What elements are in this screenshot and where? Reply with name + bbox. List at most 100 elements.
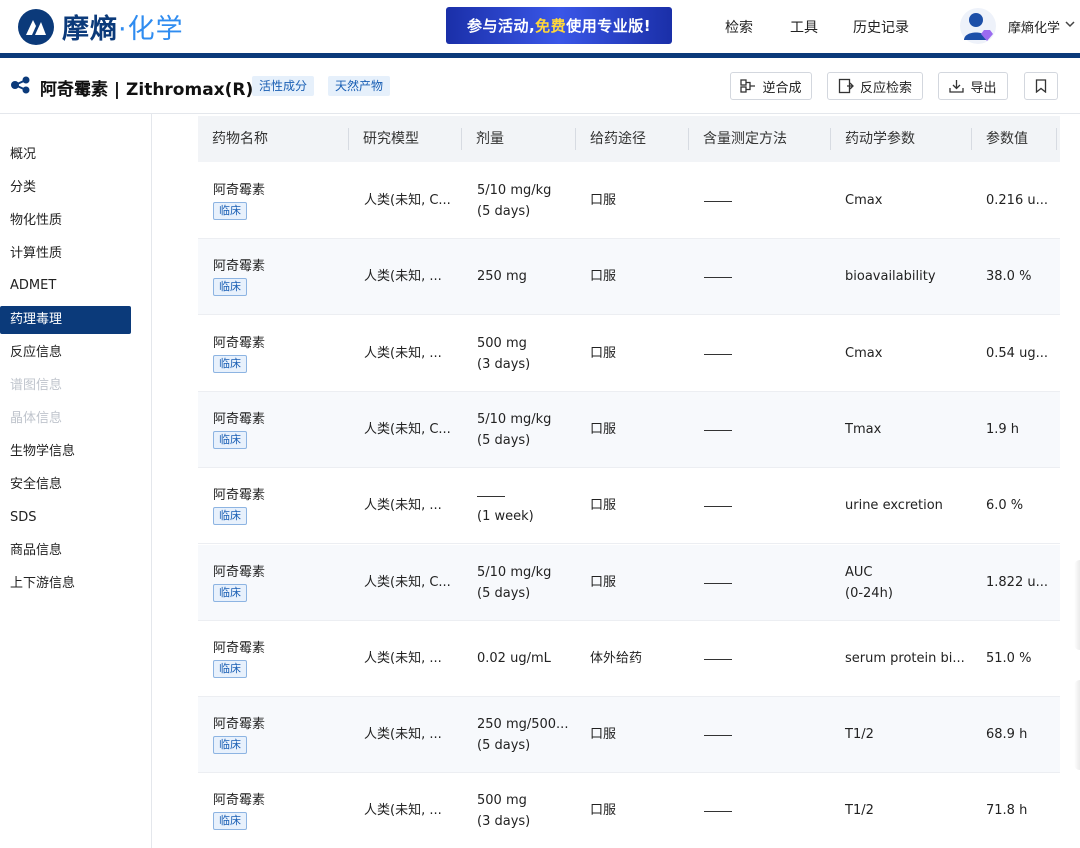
table-row[interactable]: 阿奇霉素 临床 人类(未知, C... 5/10 mg/kg (5 days) 口服 Tma… [198, 391, 1060, 468]
table-row[interactable]: 阿奇霉素 临床 人类(未知, C... 5/10 mg/kg (5 days) 口服 Cma… [198, 163, 1060, 239]
sidebar-item-spectra: 谱图信息 [10, 378, 63, 393]
pk-parameter: Tmax [845, 421, 882, 437]
method-empty [704, 201, 732, 202]
sidebar-item-sds[interactable]: SDS [0, 504, 131, 532]
tag-natural-product[interactable]: 天然产物 [328, 76, 391, 96]
sidebar-item-safety[interactable]: 安全信息 [0, 471, 131, 499]
dose-empty [477, 496, 505, 498]
table-row[interactable]: 阿奇霉素 临床 人类(未知, ... 500 mg (3 days) 口服 T1/2 71.8… [198, 773, 1060, 848]
drug-name[interactable]: 阿奇霉素 [213, 713, 265, 732]
dose-duration: (5 days) [477, 738, 531, 754]
nav-history[interactable]: 历史记录 [853, 17, 909, 37]
reaction-search-button[interactable]: 反应检索 [827, 72, 923, 100]
research-model: 人类(未知, ... [364, 803, 442, 819]
drug-name[interactable]: 阿奇霉素 [213, 408, 265, 427]
brand-name: 摩熵·化学 [62, 7, 184, 46]
parameter-value: 0.216 u... [986, 193, 1048, 208]
sidebar-item-biology[interactable]: 生物学信息 [0, 438, 131, 466]
table-row[interactable]: 阿奇霉素 临床 人类(未知, ... (1 week) 口服 urine excretio… [198, 468, 1060, 545]
administration-route: 口服 [590, 345, 617, 361]
dose: 5/10 mg/kg [477, 183, 552, 198]
sidebar-item-supply-chain[interactable]: 上下游信息 [0, 570, 131, 598]
nav-tools[interactable]: 工具 [790, 17, 818, 37]
research-model: 人类(未知, ... [364, 498, 442, 514]
dose: 0.02 ug/mL [477, 650, 551, 666]
retrosynthesis-icon [740, 79, 756, 93]
method-empty [704, 506, 732, 508]
chevron-down-icon[interactable] [1064, 18, 1076, 30]
bookmark-icon [1035, 79, 1047, 93]
pk-parameter: Cmax [845, 193, 883, 208]
user-avatar[interactable] [960, 8, 996, 44]
parameter-value: 71.8 h [986, 803, 1028, 819]
parameter-value: 68.9 h [986, 727, 1028, 743]
column-header-route: 给药途径 [590, 131, 646, 147]
drug-name[interactable]: 阿奇霉素 [213, 179, 265, 198]
table-row[interactable]: 阿奇霉素 临床 人类(未知, ... 250 mg 口服 bioavailability 3… [198, 239, 1060, 316]
administration-route: 体外给药 [590, 650, 643, 666]
dose: 500 mg [477, 793, 527, 809]
promo-prefix: 参与活动, [466, 17, 536, 35]
sidebar-item-pharmacology[interactable]: 药理毒理 [0, 306, 131, 334]
table-row[interactable]: 阿奇霉素 临床 人类(未知, ... 0.02 ug/mL 体外给药 serum prot… [198, 621, 1060, 697]
drug-name[interactable]: 阿奇霉素 [213, 637, 265, 656]
dose: 5/10 mg/kg [477, 564, 552, 580]
method-empty [704, 277, 732, 279]
brand-logo[interactable]: 摩熵·化学 [18, 7, 184, 46]
table-row[interactable]: 阿奇霉素 临床 人类(未知, C... 5/10 mg/kg (5 days) 口服 AUC… [198, 544, 1060, 621]
column-header-drug: 药物名称 [212, 131, 268, 147]
promo-banner[interactable]: 参与活动, 免费 使用专业版! [446, 7, 672, 44]
table-header: 药物名称 研究模型 剂量 给药途径 含量测定方法 药动学参数 参数值 [198, 116, 1060, 162]
sidebar-item-classification[interactable]: 分类 [0, 174, 131, 202]
sidebar-item-computed[interactable]: 计算性质 [0, 240, 131, 268]
column-header-model: 研究模型 [363, 131, 419, 147]
nav-search[interactable]: 检索 [725, 17, 753, 37]
retrosynthesis-button[interactable]: 逆合成 [730, 72, 812, 100]
pk-parameter: serum protein bi... [845, 650, 965, 666]
bookmark-button[interactable] [1024, 72, 1058, 100]
column-header-pk-param: 药动学参数 [845, 131, 915, 147]
clinical-badge: 临床 [213, 354, 247, 373]
method-empty [704, 429, 732, 431]
promo-highlight: 免费 [535, 17, 567, 35]
sidebar-item-physicochemical[interactable]: 物化性质 [0, 207, 131, 235]
dose-duration: (5 days) [477, 585, 531, 601]
drug-name[interactable]: 阿奇霉素 [213, 332, 265, 351]
export-button[interactable]: 导出 [938, 72, 1008, 100]
floating-panel-edge [1074, 560, 1080, 650]
compound-title: 阿奇霉素 | Zithromax(R) [40, 80, 254, 100]
pk-parameter-range: (0-24h) [845, 585, 893, 601]
dose: 250 mg [477, 269, 527, 285]
pk-parameter: T1/2 [845, 727, 874, 743]
parameter-value: 0.54 ug... [986, 345, 1048, 361]
clinical-badge: 临床 [213, 278, 247, 297]
table-row[interactable]: 阿奇霉素 临床 人类(未知, ... 250 mg/500... (5 days) 口服 T… [198, 697, 1060, 774]
administration-route: 口服 [590, 574, 617, 590]
tag-active-ingredient[interactable]: 活性成分 [252, 76, 315, 96]
method-empty [704, 735, 732, 737]
research-model: 人类(未知, C... [364, 574, 451, 590]
drug-name[interactable]: 阿奇霉素 [213, 255, 265, 274]
table-row[interactable]: 阿奇霉素 临床 人类(未知, ... 500 mg (3 days) 口服 Cmax 0.54… [198, 316, 1060, 392]
clinical-badge: 临床 [213, 736, 247, 755]
retrosynthesis-label: 逆合成 [762, 80, 802, 96]
sidebar-item-overview[interactable]: 概况 [0, 141, 131, 169]
parameter-value: 6.0 % [986, 498, 1024, 514]
administration-route: 口服 [590, 193, 617, 208]
drug-name[interactable]: 阿奇霉素 [213, 484, 265, 503]
clinical-badge: 临床 [213, 583, 247, 602]
sidebar-item-admet[interactable]: ADMET [0, 272, 131, 300]
drug-name[interactable]: 阿奇霉素 [213, 789, 265, 808]
method-empty [704, 658, 732, 660]
method-empty [704, 353, 732, 355]
sidebar-item-products[interactable]: 商品信息 [0, 537, 131, 565]
brand-name-main: 摩熵 [62, 14, 118, 45]
sidebar-item-reaction[interactable]: 反应信息 [0, 339, 131, 367]
reaction-search-icon [838, 78, 854, 94]
research-model: 人类(未知, C... [364, 421, 451, 437]
research-model: 人类(未知, ... [364, 650, 442, 666]
drug-name[interactable]: 阿奇霉素 [213, 561, 265, 580]
brand-name-accent: 化学 [127, 14, 184, 45]
user-name[interactable]: 摩熵化学 [1008, 17, 1060, 36]
clinical-badge: 临床 [213, 507, 247, 526]
